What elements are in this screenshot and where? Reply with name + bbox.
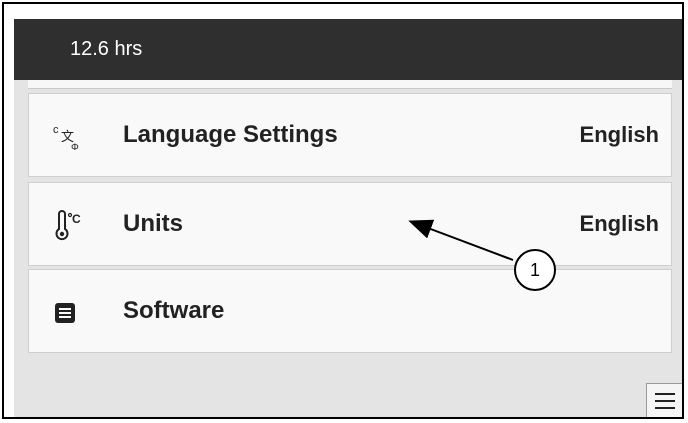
svg-text:c: c (53, 124, 59, 136)
units-value: English (579, 211, 659, 236)
menu-button[interactable] (646, 383, 682, 417)
language-settings-row[interactable]: c 文 Ф Language Settings English (28, 93, 672, 177)
software-label: Software (123, 297, 225, 324)
previous-setting-row-partial[interactable] (28, 80, 672, 89)
svg-text:C: C (72, 212, 81, 226)
usage-hours: 12.6 hrs (70, 38, 143, 60)
language-settings-value: English (579, 122, 659, 147)
language-icon: c 文 Ф (51, 121, 83, 153)
units-label: Units (123, 210, 183, 237)
units-row[interactable]: C Units English (28, 182, 672, 266)
software-icon (51, 297, 83, 329)
hamburger-menu-icon (655, 393, 675, 409)
software-row[interactable]: Software (28, 269, 672, 353)
thermometer-icon: C (51, 210, 83, 242)
callout-number: 1 (529, 260, 540, 280)
screen-frame: 12.6 hrs c 文 Ф Language Settings English (2, 2, 684, 419)
language-settings-label: Language Settings (123, 121, 338, 148)
svg-text:Ф: Ф (71, 143, 79, 153)
header-bar: 12.6 hrs (14, 19, 682, 80)
display-screen: 12.6 hrs c 文 Ф Language Settings English (14, 19, 682, 417)
